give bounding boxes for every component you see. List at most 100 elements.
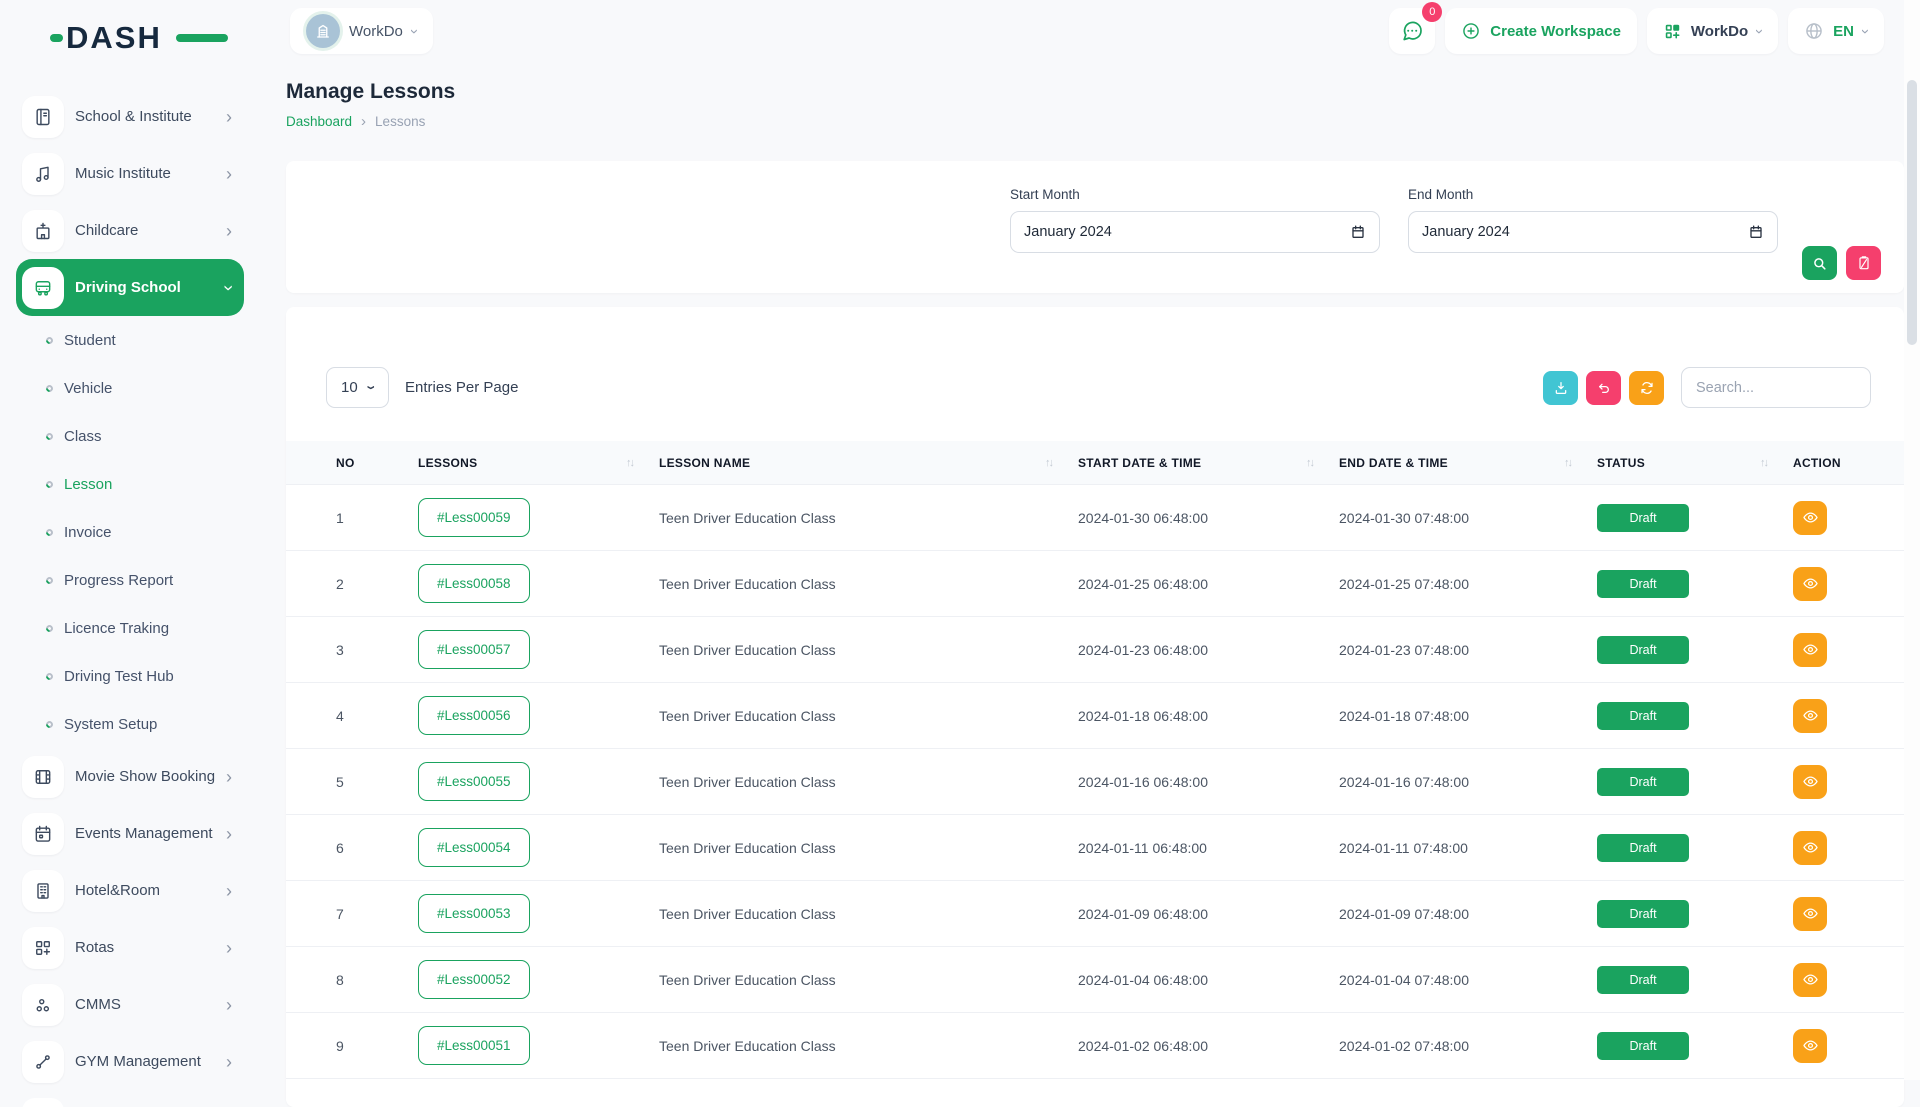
sidebar-subitem-progress-report[interactable]: Progress Report <box>0 556 260 604</box>
chevron-down-icon: › <box>362 385 382 389</box>
refresh-button[interactable] <box>1629 371 1664 405</box>
topbar-right: 0 Create Workspace WorkDo › EN › <box>1389 8 1884 54</box>
sort-icon[interactable]: ↑↓ <box>1760 457 1767 469</box>
table-actions <box>1543 367 1871 408</box>
lesson-code-button[interactable]: #Less00057 <box>418 630 530 669</box>
lesson-code-button[interactable]: #Less00053 <box>418 894 530 933</box>
sidebar-subitem-driving-test-hub[interactable]: Driving Test Hub <box>0 652 260 700</box>
lesson-code-button[interactable]: #Less00052 <box>418 960 530 999</box>
table-row: 1 #Less00059 Teen Driver Education Class… <box>286 485 1904 551</box>
scrollbar[interactable] <box>1904 0 1920 1080</box>
scrollbar-thumb[interactable] <box>1907 80 1917 345</box>
sidebar-subitem-student[interactable]: Student <box>0 316 260 364</box>
sidebar-subitem-system-setup[interactable]: System Setup <box>0 700 260 748</box>
workdo-dropdown-label: WorkDo <box>1691 23 1748 40</box>
breadcrumb-current: Lessons <box>375 114 425 129</box>
chevron-right-icon: › <box>226 108 232 126</box>
clear-filter-icon <box>1856 255 1872 271</box>
sort-icon[interactable]: ↑↓ <box>1045 457 1052 469</box>
hotel-building-icon <box>22 870 64 912</box>
table-row: 3 #Less00057 Teen Driver Education Class… <box>286 617 1904 683</box>
sidebar-subitem-class[interactable]: Class <box>0 412 260 460</box>
lesson-code-button[interactable]: #Less00054 <box>418 828 530 867</box>
grid-plus-icon <box>22 927 64 969</box>
view-button[interactable] <box>1793 831 1827 865</box>
lesson-code-button[interactable]: #Less00051 <box>418 1026 530 1065</box>
column-header-lessons[interactable]: LESSONS↑↓ <box>418 456 659 470</box>
breadcrumb: Dashboard › Lessons <box>286 113 1904 130</box>
sidebar-item-label: Hotel&Room <box>75 882 226 899</box>
filter-clear-button[interactable] <box>1846 246 1881 280</box>
view-button[interactable] <box>1793 699 1827 733</box>
entries-per-page-select[interactable]: 10 › <box>326 367 389 408</box>
row-number: 3 <box>336 642 418 658</box>
sidebar-item-driving-school[interactable]: Driving School › <box>16 259 244 316</box>
sidebar-subitem-lesson[interactable]: Lesson <box>0 460 260 508</box>
column-header-start[interactable]: START DATE & TIME↑↓ <box>1078 456 1339 470</box>
eye-icon <box>1802 839 1819 856</box>
workdo-dropdown[interactable]: WorkDo › <box>1647 8 1778 54</box>
column-header-status[interactable]: STATUS↑↓ <box>1597 456 1793 470</box>
sidebar-item-cmms[interactable]: CMMS › <box>16 976 244 1033</box>
workspace-selector[interactable]: WorkDo › <box>290 8 433 54</box>
lesson-name: Teen Driver Education Class <box>659 906 1078 922</box>
language-selector[interactable]: EN › <box>1788 8 1884 54</box>
end-datetime: 2024-01-16 07:48:00 <box>1339 774 1597 790</box>
eye-icon <box>1802 509 1819 526</box>
end-datetime: 2024-01-30 07:48:00 <box>1339 510 1597 526</box>
chevron-right-icon: › <box>226 222 232 240</box>
lesson-name: Teen Driver Education Class <box>659 708 1078 724</box>
lesson-code-button[interactable]: #Less00056 <box>418 696 530 735</box>
sidebar-item-music-institute[interactable]: Music Institute › <box>16 145 244 202</box>
view-button[interactable] <box>1793 897 1827 931</box>
sidebar-item-rotas[interactable]: Rotas › <box>16 919 244 976</box>
column-header-lesson-name[interactable]: LESSON NAME↑↓ <box>659 456 1078 470</box>
undo-button[interactable] <box>1586 371 1621 405</box>
search-input[interactable] <box>1681 367 1871 408</box>
sidebar-item-school-institute[interactable]: School & Institute › <box>16 88 244 145</box>
end-month-input[interactable]: January 2024 <box>1408 211 1778 253</box>
sidebar-item-label: Rotas <box>75 939 226 956</box>
sidebar-item-events-management[interactable]: Events Management › <box>16 805 244 862</box>
bullet-icon <box>45 719 55 729</box>
workspace-avatar <box>306 14 340 48</box>
filter-search-button[interactable] <box>1802 246 1837 280</box>
lesson-code-button[interactable]: #Less00055 <box>418 762 530 801</box>
sidebar-item-label: Events Management <box>75 825 226 842</box>
sidebar-subitem-vehicle[interactable]: Vehicle <box>0 364 260 412</box>
lesson-code-button[interactable]: #Less00058 <box>418 564 530 603</box>
start-month-input[interactable]: January 2024 <box>1010 211 1380 253</box>
sidebar: DASH School & Institute › Music Institut… <box>0 0 260 1080</box>
entries-per-page-label: Entries Per Page <box>405 379 518 396</box>
view-button[interactable] <box>1793 567 1827 601</box>
create-workspace-button[interactable]: Create Workspace <box>1445 8 1637 54</box>
table-header: NO LESSONS↑↓ LESSON NAME↑↓ START DATE & … <box>286 441 1904 485</box>
sidebar-item-movie-show-booking[interactable]: Movie Show Booking › <box>16 748 244 805</box>
sidebar-nav: School & Institute › Music Institute › C… <box>0 88 260 1107</box>
sort-icon[interactable]: ↑↓ <box>1564 457 1571 469</box>
sidebar-subitem-invoice[interactable]: Invoice <box>0 508 260 556</box>
sidebar-subitem-licence-traking[interactable]: Licence Traking <box>0 604 260 652</box>
view-button[interactable] <box>1793 501 1827 535</box>
end-month-field: End Month January 2024 <box>1408 187 1778 293</box>
lesson-code-button[interactable]: #Less00059 <box>418 498 530 537</box>
export-button[interactable] <box>1543 371 1578 405</box>
childcare-building-icon <box>22 210 64 252</box>
start-datetime: 2024-01-23 06:48:00 <box>1078 642 1339 658</box>
sidebar-item-childcare[interactable]: Childcare › <box>16 202 244 259</box>
view-button[interactable] <box>1793 765 1827 799</box>
sidebar-item-label: CMMS <box>75 996 226 1013</box>
sort-icon[interactable]: ↑↓ <box>626 457 633 469</box>
view-button[interactable] <box>1793 1029 1827 1063</box>
sidebar-item-hotel-room[interactable]: Hotel&Room › <box>16 862 244 919</box>
row-number: 4 <box>336 708 418 724</box>
sort-icon[interactable]: ↑↓ <box>1306 457 1313 469</box>
messages-button[interactable]: 0 <box>1389 8 1435 54</box>
view-button[interactable] <box>1793 633 1827 667</box>
sidebar-item-label: School & Institute <box>75 108 226 125</box>
table-row: 6 #Less00054 Teen Driver Education Class… <box>286 815 1904 881</box>
breadcrumb-dashboard-link[interactable]: Dashboard <box>286 114 352 129</box>
column-header-end[interactable]: END DATE & TIME↑↓ <box>1339 456 1597 470</box>
view-button[interactable] <box>1793 963 1827 997</box>
language-label: EN <box>1833 23 1854 40</box>
